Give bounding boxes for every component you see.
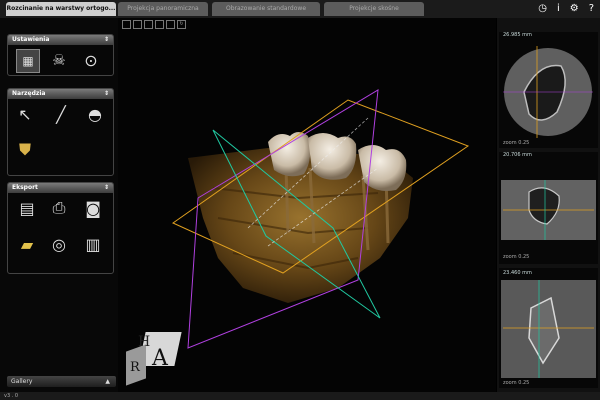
left-panel: Ustawienia ⇕ ▦ ☠ ⊙ Narzędzia ⇕ ↖ ╱ ◓ ⛊ Eks…	[0, 18, 118, 392]
ct-slice-image	[501, 180, 596, 240]
camera-icon[interactable]: ◙	[82, 197, 104, 219]
export-section: Eksport ⇕ ▤ ⎙ ◙ ▰ ◎ ▥	[7, 182, 114, 274]
collapse-icon[interactable]: ⇕	[104, 89, 109, 99]
cube-face-front: A	[152, 346, 168, 371]
settings-icon[interactable]: ⚙	[570, 3, 579, 14]
xray-view-icon[interactable]: ▦	[16, 49, 40, 73]
ct-slice-image	[501, 280, 596, 378]
status-bar: v3 . 0	[0, 392, 600, 400]
ruler-icon[interactable]: ╱	[50, 103, 72, 125]
collapse-icon[interactable]: ⇕	[104, 183, 109, 193]
printer-icon[interactable]: ⎙	[48, 197, 70, 219]
help-icon[interactable]: ?	[589, 3, 594, 14]
tab-oblique[interactable]: Projekcje skośne	[324, 2, 424, 16]
top-tab-bar: Rozcinanie na warstwy ortogo... Projekcj…	[0, 0, 600, 18]
slice-view-1[interactable]: 26.985 mm zoom 0.25	[499, 32, 598, 148]
info-icon[interactable]: i	[557, 3, 560, 14]
zoom-label: zoom 0.25	[503, 254, 530, 260]
tooth-crown	[268, 132, 311, 177]
zoom-label: zoom 0.25	[503, 380, 530, 386]
slice-panel: 26.985 mm zoom 0.25 20.706 mm zoom 0.25 …	[497, 18, 600, 392]
chevron-up-icon[interactable]: ▲	[105, 376, 110, 387]
cube-face-top: H	[138, 334, 151, 350]
collapse-icon[interactable]: ⇕	[104, 35, 109, 45]
tools-section: Narzędzia ⇕ ↖ ╱ ◓ ⛊	[7, 88, 114, 176]
folder-icon[interactable]: ▰	[16, 233, 38, 255]
ct-slice-image	[503, 46, 593, 138]
protractor-icon[interactable]: ◓	[84, 103, 106, 125]
jaw-tool-icon[interactable]: ⛊	[14, 139, 36, 161]
mouse-icon[interactable]: ⊙	[80, 49, 102, 71]
settings-header[interactable]: Ustawienia ⇕	[8, 35, 113, 45]
pointer-icon[interactable]: ↖	[14, 103, 36, 125]
clock-icon[interactable]: ◷	[538, 3, 547, 14]
tab-orthogonal-slicing[interactable]: Rozcinanie na warstwy ortogo...	[6, 2, 116, 16]
save-icon[interactable]: ▤	[16, 197, 38, 219]
tab-panoramic[interactable]: Projekcja panoramiczna	[118, 2, 208, 16]
settings-section: Ustawienia ⇕ ▦ ☠ ⊙	[7, 34, 114, 76]
export-header[interactable]: Eksport ⇕	[8, 183, 113, 193]
documents-icon[interactable]: ▥	[82, 233, 104, 255]
zoom-label: zoom 0.25	[503, 140, 530, 146]
skull-icon[interactable]: ☠	[48, 49, 70, 71]
3d-viewport[interactable]: ↻ H A R	[118, 18, 496, 392]
orientation-cube[interactable]: H A R	[124, 324, 184, 386]
gallery-bar[interactable]: Gallery ▲	[7, 376, 116, 387]
cd-icon[interactable]: ◎	[48, 233, 70, 255]
tooth-crown	[308, 133, 357, 180]
tab-standard[interactable]: Obrazowanie standardowe	[212, 2, 320, 16]
slice-view-3[interactable]: 23.460 mm zoom 0.25	[499, 268, 598, 388]
slice-view-2[interactable]: 20.706 mm zoom 0.25	[499, 152, 598, 264]
tools-header[interactable]: Narzędzia ⇕	[8, 89, 113, 99]
cube-face-side: R	[130, 360, 140, 375]
